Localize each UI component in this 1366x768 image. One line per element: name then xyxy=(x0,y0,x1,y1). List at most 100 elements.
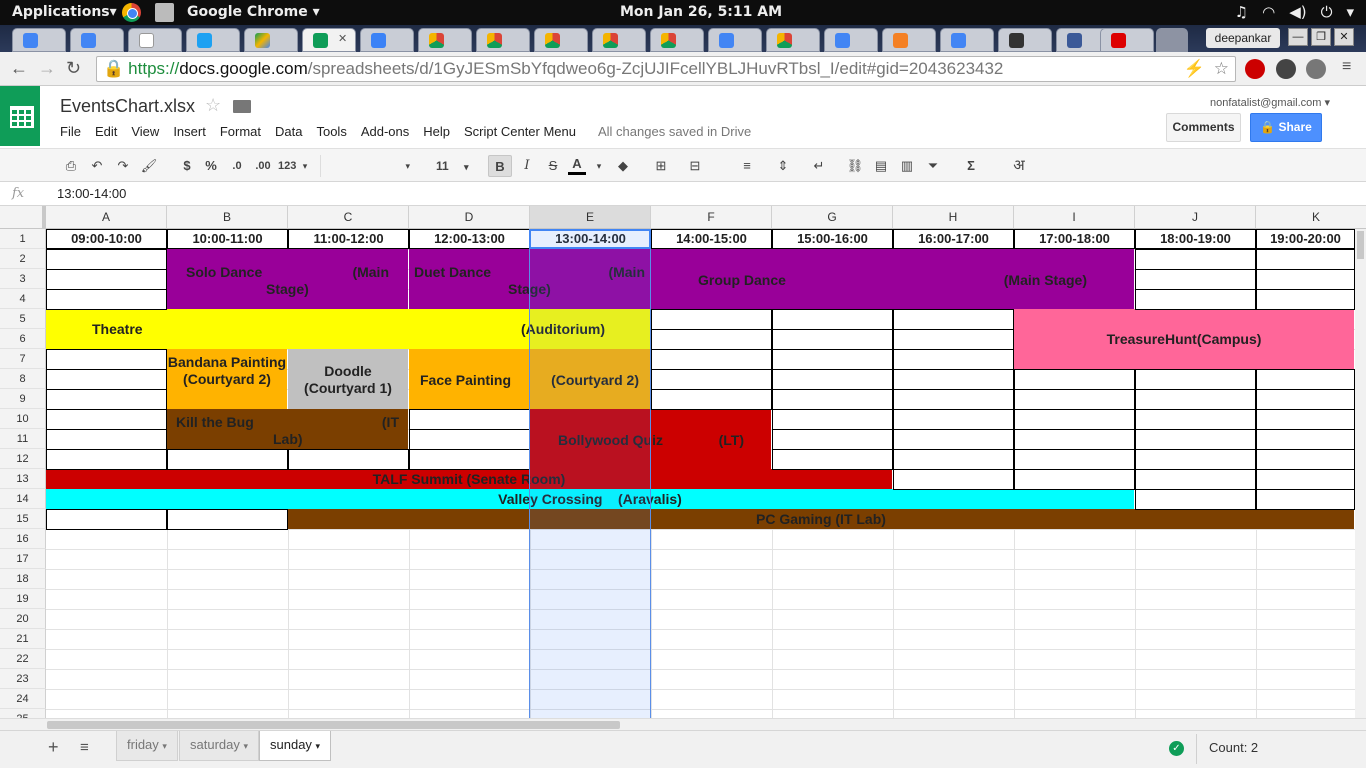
time-slot-header[interactable]: 15:00-16:00 xyxy=(772,229,893,249)
cell[interactable] xyxy=(167,449,288,470)
cell[interactable] xyxy=(893,309,1014,330)
cell[interactable] xyxy=(1135,429,1256,450)
menu-data[interactable]: Data xyxy=(275,124,302,139)
select-all-corner[interactable] xyxy=(0,206,46,229)
time-slot-header[interactable]: 17:00-18:00 xyxy=(1014,229,1135,249)
chevron-down-icon[interactable]: ▾ xyxy=(590,155,608,177)
event-talf-summit[interactable]: TALF Summit (Senate Room) xyxy=(46,469,892,489)
row-header[interactable]: 11 xyxy=(0,429,46,449)
cell[interactable] xyxy=(1256,429,1355,450)
vertical-align-icon[interactable]: ⇕ xyxy=(774,155,792,177)
formula-input[interactable]: 13:00-14:00 xyxy=(57,186,126,201)
vertical-scrollbar[interactable] xyxy=(1355,229,1366,718)
column-header-k[interactable]: K xyxy=(1256,206,1366,229)
menu-view[interactable]: View xyxy=(131,124,159,139)
event-treasure-hunt[interactable]: TreasureHunt(Campus) xyxy=(1014,309,1354,369)
browser-tab[interactable] xyxy=(534,28,588,52)
menu-insert[interactable]: Insert xyxy=(173,124,206,139)
clock[interactable]: Mon Jan 26, 5:11 AM xyxy=(620,4,782,20)
cell[interactable] xyxy=(1135,369,1256,390)
browser-tab[interactable] xyxy=(592,28,646,52)
percent-format-button[interactable]: % xyxy=(202,155,220,177)
merge-cells-icon[interactable]: ⊟ xyxy=(686,155,704,177)
sheets-logo-icon[interactable] xyxy=(0,86,40,146)
power-icon[interactable]: ⏻ xyxy=(1321,3,1333,21)
spreadsheet-grid[interactable]: ABCDEFGHIJK 1 2 3 4 5 6 7 8 9 10 11 12 13 14 15 16 17 18 1… xyxy=(0,206,1366,718)
cell[interactable] xyxy=(1256,409,1355,430)
cell[interactable] xyxy=(1256,289,1355,310)
row-header[interactable]: 20 xyxy=(0,609,46,629)
cell[interactable] xyxy=(1135,489,1256,510)
row-header[interactable]: 10 xyxy=(0,409,46,429)
user-account[interactable]: nonfatalist@gmail.com ▾ xyxy=(1210,96,1330,109)
wifi-icon[interactable]: ◠ xyxy=(1262,3,1275,21)
cell[interactable] xyxy=(46,369,167,390)
event-kill-the-bug[interactable]: Kill the Bug (IT Lab) xyxy=(167,409,408,449)
row-header[interactable]: 19 xyxy=(0,589,46,609)
cell[interactable] xyxy=(772,449,893,470)
event-bollywood-quiz[interactable]: Bollywood Quiz (LT) xyxy=(530,409,771,469)
chart-icon[interactable]: ▥ xyxy=(898,155,916,177)
row-header[interactable]: 3 xyxy=(0,269,46,289)
strikethrough-button[interactable]: S xyxy=(544,155,562,177)
row-header[interactable]: 8 xyxy=(0,369,46,389)
cell[interactable] xyxy=(46,269,167,290)
cell[interactable] xyxy=(1256,249,1355,270)
row-header[interactable]: 5 xyxy=(0,309,46,329)
column-header-h[interactable]: H xyxy=(893,206,1014,229)
font-size-select[interactable]: 11 ▾ xyxy=(424,155,480,177)
all-sheets-icon[interactable]: ≡ xyxy=(80,739,89,756)
cell[interactable] xyxy=(1256,489,1355,510)
cell[interactable] xyxy=(409,409,530,430)
chevron-down-icon[interactable]: ▾ xyxy=(162,741,167,751)
column-header-c[interactable]: C xyxy=(288,206,409,229)
cell[interactable] xyxy=(1014,429,1135,450)
menu-file[interactable]: File xyxy=(60,124,81,139)
menu-help[interactable]: Help xyxy=(423,124,450,139)
browser-tab[interactable] xyxy=(70,28,124,52)
browser-tab[interactable] xyxy=(128,28,182,52)
time-slot-header[interactable]: 18:00-19:00 xyxy=(1135,229,1256,249)
cell[interactable] xyxy=(893,469,1014,490)
cell[interactable] xyxy=(893,449,1014,470)
browser-tab[interactable] xyxy=(940,28,994,52)
menu-script-center[interactable]: Script Center Menu xyxy=(464,124,576,139)
menu-tools[interactable]: Tools xyxy=(316,124,346,139)
event-bandana-painting[interactable]: Bandana Painting (Courtyard 2) xyxy=(167,349,287,409)
cell[interactable] xyxy=(893,329,1014,350)
event-theatre[interactable]: Theatre (Auditorium) xyxy=(46,309,651,349)
cell[interactable] xyxy=(651,309,772,330)
browser-tab[interactable] xyxy=(650,28,704,52)
more-formats-button[interactable]: 123 xyxy=(278,155,296,177)
scroll-thumb[interactable] xyxy=(47,721,620,729)
lightning-icon[interactable]: ⚡ xyxy=(1184,57,1205,81)
browser-tab[interactable] xyxy=(708,28,762,52)
browser-tab[interactable] xyxy=(186,28,240,52)
event-duet-dance[interactable]: Duet Dance (Main Stage) xyxy=(409,249,651,309)
cell[interactable] xyxy=(46,289,167,310)
column-header-g[interactable]: G xyxy=(772,206,893,229)
event-group-dance[interactable]: Group Dance (Main Stage) xyxy=(651,249,1134,309)
row-header[interactable]: 21 xyxy=(0,629,46,649)
cell[interactable] xyxy=(1135,249,1256,270)
column-header-i[interactable]: I xyxy=(1014,206,1135,229)
adblock-icon[interactable] xyxy=(1245,59,1265,79)
increase-decimal-button[interactable]: .00 xyxy=(254,155,272,177)
cell[interactable] xyxy=(772,349,893,370)
row-header[interactable]: 14 xyxy=(0,489,46,509)
cell[interactable] xyxy=(772,369,893,390)
cell[interactable] xyxy=(1135,409,1256,430)
filter-icon[interactable]: ⏷ xyxy=(924,155,942,177)
event-pc-gaming[interactable]: PC Gaming (IT Lab) xyxy=(288,509,1354,529)
cell[interactable] xyxy=(1256,389,1355,410)
row-header[interactable]: 23 xyxy=(0,669,46,689)
cell[interactable] xyxy=(1014,409,1135,430)
cell[interactable] xyxy=(46,389,167,410)
cell[interactable] xyxy=(409,429,530,450)
wordpress-icon[interactable] xyxy=(1276,59,1296,79)
time-slot-header[interactable]: 13:00-14:00 xyxy=(530,229,651,249)
cell[interactable] xyxy=(46,349,167,370)
cell[interactable] xyxy=(893,349,1014,370)
cell[interactable] xyxy=(772,429,893,450)
fill-color-icon[interactable]: ◆ xyxy=(614,155,632,177)
